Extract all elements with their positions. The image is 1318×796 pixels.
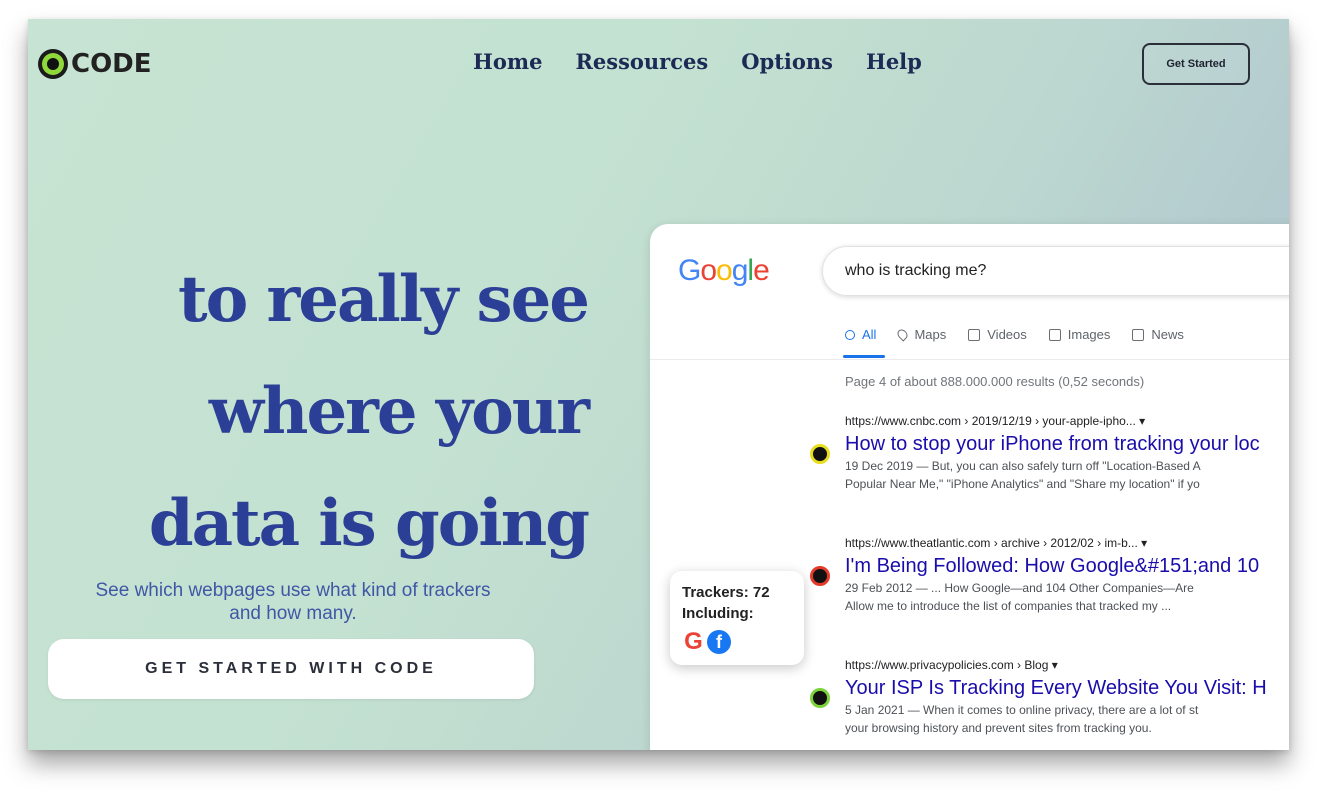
tab-all[interactable]: All	[845, 327, 876, 342]
nav-options[interactable]: Options	[741, 49, 833, 74]
result-snippet-1: 5 Jan 2021 — When it comes to online pri…	[845, 703, 1199, 717]
result-url[interactable]: https://www.theatlantic.com › archive › …	[845, 536, 1289, 550]
hero-subtitle: See which webpages use what kind of trac…	[48, 579, 538, 625]
result-url[interactable]: https://www.privacypolicies.com › Blog ▾	[845, 658, 1289, 672]
tab-images[interactable]: Images	[1048, 327, 1111, 342]
google-logo: Google	[678, 254, 770, 287]
logo[interactable]: CODE	[38, 47, 152, 81]
get-started-button[interactable]: Get Started	[1142, 43, 1250, 85]
tab-news-label: News	[1151, 327, 1184, 342]
news-icon	[1132, 328, 1145, 341]
tracker-including-label: Including:	[682, 605, 754, 622]
tracker-indicator-red-icon[interactable]	[810, 566, 830, 586]
search-query: who is tracking me?	[845, 262, 987, 279]
hero-headline: to really see where your data is going	[68, 244, 590, 580]
tracker-indicator-yellow-icon[interactable]	[810, 444, 830, 464]
tab-images-label: Images	[1067, 327, 1111, 342]
image-icon	[1048, 328, 1061, 341]
tab-maps[interactable]: Maps	[895, 327, 947, 342]
search-result: https://www.privacypolicies.com › Blog ▾…	[810, 658, 1289, 736]
hero-subtitle-line-1: See which webpages use what kind of trac…	[95, 580, 491, 601]
tab-news[interactable]: News	[1132, 327, 1184, 342]
tab-all-label: All	[862, 327, 877, 342]
result-title[interactable]: I'm Being Followed: How Google&#151;and …	[845, 555, 1289, 578]
main-nav: Home Ressources Options Help	[473, 49, 922, 74]
facebook-icon: f	[707, 630, 731, 654]
search-results-preview: Google who is tracking me? All Maps Vide…	[650, 224, 1289, 750]
map-pin-icon	[895, 327, 911, 342]
hero-line-1: to really see	[178, 262, 590, 337]
nav-ressources[interactable]: Ressources	[575, 49, 708, 74]
search-box[interactable]: who is tracking me?	[822, 246, 1289, 296]
google-icon: G	[684, 628, 703, 655]
tracker-count: Trackers: 72	[682, 584, 770, 601]
result-snippet-2: your browsing history and prevent sites …	[845, 721, 1152, 735]
nav-home[interactable]: Home	[473, 49, 542, 74]
result-title[interactable]: How to stop your iPhone from tracking yo…	[845, 433, 1289, 456]
logo-text: CODE	[71, 49, 152, 79]
tracker-popup: Trackers: 72 Including: G f	[670, 571, 804, 665]
result-title[interactable]: Your ISP Is Tracking Every Website You V…	[845, 677, 1289, 700]
tab-maps-label: Maps	[914, 327, 947, 342]
search-result: https://www.cnbc.com › 2019/12/19 › your…	[810, 414, 1289, 492]
logo-icon	[38, 49, 68, 79]
result-snippet-1: 29 Feb 2012 — ... How Google—and 104 Oth…	[845, 581, 1194, 595]
tab-videos-label: Videos	[987, 327, 1027, 342]
divider	[650, 359, 1289, 360]
result-snippet-2: Popular Near Me," "iPhone Analytics" and…	[845, 477, 1200, 491]
hero-line-3: data is going	[148, 486, 590, 561]
hero-line-2: where your	[208, 374, 590, 449]
nav-help[interactable]: Help	[866, 49, 922, 74]
result-snippet-1: 19 Dec 2019 — But, you can also safely t…	[845, 459, 1201, 473]
search-result: https://www.theatlantic.com › archive › …	[810, 536, 1289, 614]
results-stats: Page 4 of about 888.000.000 results (0,5…	[845, 374, 1145, 389]
hero-subtitle-line-2: and how many.	[229, 603, 357, 624]
get-started-with-code-button[interactable]: GET STARTED WITH CODE	[48, 639, 534, 699]
tab-videos[interactable]: Videos	[968, 327, 1027, 342]
search-icon	[845, 329, 855, 340]
search-tabs: All Maps Videos Images News	[845, 327, 1184, 342]
active-tab-indicator	[843, 355, 885, 358]
tracker-indicator-green-icon[interactable]	[810, 688, 830, 708]
result-snippet-2: Allow me to introduce the list of compan…	[845, 599, 1172, 613]
video-icon	[968, 328, 981, 341]
landing-page: CODE Home Ressources Options Help Get St…	[28, 19, 1289, 750]
result-url[interactable]: https://www.cnbc.com › 2019/12/19 › your…	[845, 414, 1289, 428]
